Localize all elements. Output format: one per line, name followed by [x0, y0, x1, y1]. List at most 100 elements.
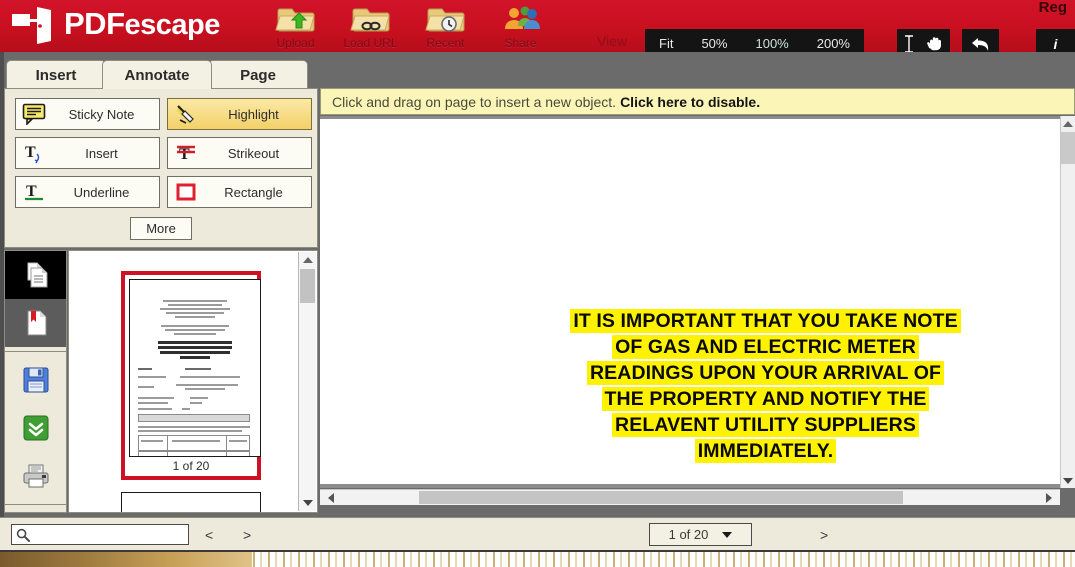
view-zoom-50-button[interactable]: 50%	[687, 29, 741, 52]
tool-strikeout[interactable]: T Strikeout	[167, 137, 312, 169]
svg-text:T: T	[25, 144, 36, 161]
thumbnail-scroll-down[interactable]	[299, 495, 316, 511]
nav-upload[interactable]: Upload	[258, 0, 333, 52]
folder-upload-icon	[274, 8, 315, 32]
app-header: PDFescape Reg Upload Load URL Recent Sha…	[0, 0, 1075, 52]
search-next-button[interactable]: >	[243, 527, 251, 543]
page-select-dropdown[interactable]: 1 of 20	[649, 523, 752, 546]
info-icon: i	[1053, 35, 1058, 52]
nav-load-url[interactable]: Load URL	[333, 0, 408, 52]
view-fit-button[interactable]: Fit	[645, 29, 687, 52]
rail-bookmarks-panel[interactable]	[5, 299, 66, 347]
search-prev-button[interactable]: <	[205, 527, 213, 543]
highlighted-annotation-block[interactable]: IT IS IMPORTANT THAT YOU TAKE NOTE OF GA…	[548, 309, 983, 465]
more-tools-button[interactable]: More	[130, 217, 192, 240]
document-horizontal-scrollbar[interactable]	[320, 489, 1060, 505]
thumbnail-page-2[interactable]	[121, 492, 261, 512]
highlight-line: IT IS IMPORTANT THAT YOU TAKE NOTE	[548, 309, 983, 335]
highlight-line: IMMEDIATELY.	[548, 439, 983, 465]
highlight-line-text: OF GAS AND ELECTRIC METER	[612, 335, 919, 359]
tool-sticky-note[interactable]: Sticky Note	[15, 98, 160, 130]
nav-recent[interactable]: Recent	[408, 0, 483, 52]
insert-object-notice[interactable]: Click and drag on page to insert a new o…	[320, 88, 1075, 115]
notice-disable-link[interactable]: Click here to disable.	[620, 94, 760, 110]
page-thumbnail-panel[interactable]: 1 of 20	[68, 250, 318, 513]
chevron-down-icon	[1063, 477, 1073, 484]
pdfescape-app: PDFescape Reg Upload Load URL Recent Sha…	[0, 0, 1075, 567]
pages-icon	[27, 262, 47, 288]
search-input[interactable]	[34, 526, 188, 543]
app-logo[interactable]: PDFescape	[10, 4, 220, 45]
view-label: View	[597, 33, 628, 49]
tool-highlight-label: Highlight	[228, 106, 279, 122]
highlighter-icon	[168, 99, 204, 129]
thumbnail-scroll-thumb[interactable]	[300, 269, 315, 303]
highlight-line: READINGS UPON YOUR ARRIVAL OF	[548, 361, 983, 387]
tool-underline-label: Underline	[73, 184, 130, 200]
notice-text: Click and drag on page to insert a new o…	[332, 93, 617, 110]
rail-pages-panel[interactable]	[5, 251, 66, 299]
thumbnail-page-1[interactable]: 1 of 20	[121, 271, 261, 480]
hand-icon[interactable]	[925, 34, 944, 52]
doc-scroll-down[interactable]	[1061, 473, 1075, 488]
page-select-value: 1 of 20	[668, 527, 709, 542]
view-zoom-100-button[interactable]: 100%	[741, 29, 802, 52]
side-icon-rail	[4, 250, 67, 543]
thumbnail-scroll-up[interactable]	[299, 252, 316, 268]
tool-underline[interactable]: T Underline	[15, 176, 160, 208]
rail-save-document[interactable]	[5, 356, 66, 404]
logo-wordmark: PDFescape	[64, 4, 220, 45]
rail-download-document[interactable]	[5, 404, 66, 452]
tab-annotate[interactable]: Annotate	[102, 60, 212, 89]
tab-insert-label: Insert	[35, 66, 77, 84]
doc-vscroll-thumb[interactable]	[1061, 132, 1075, 164]
folder-link-icon	[349, 8, 390, 32]
footer-pattern-strip-left	[0, 552, 252, 567]
tool-strikeout-label: Strikeout	[227, 145, 280, 161]
bookmark-page-icon	[27, 310, 46, 336]
page-next-button[interactable]: >	[820, 527, 828, 543]
view-zoom-200-button[interactable]: 200%	[803, 29, 864, 52]
view-zoom-toolbar: Fit 50% 100% 200%	[645, 29, 864, 52]
undo-arrow-icon	[971, 37, 988, 51]
nav-share[interactable]: Share	[483, 0, 558, 52]
rail-print-document[interactable]	[5, 452, 66, 500]
printer-icon	[23, 464, 48, 488]
chevron-up-icon	[302, 257, 313, 263]
highlight-line-text: IT IS IMPORTANT THAT YOU TAKE NOTE	[570, 309, 961, 333]
svg-text:T: T	[179, 146, 190, 163]
document-viewport[interactable]: IT IS IMPORTANT THAT YOU TAKE NOTE OF GA…	[320, 116, 1060, 488]
thumbnail-page-1-caption: 1 of 20	[172, 459, 210, 473]
text-cursor-icon[interactable]	[903, 34, 915, 53]
top-navigation: Upload Load URL Recent Share	[258, 0, 558, 52]
document-vertical-scrollbar[interactable]	[1060, 116, 1075, 488]
tab-page[interactable]: Page	[208, 60, 308, 89]
underline-icon: T	[16, 177, 52, 207]
tool-insert-label: Insert	[85, 145, 118, 161]
chevron-down-icon	[722, 531, 733, 538]
doc-scroll-right[interactable]	[1041, 490, 1057, 505]
chevron-up-icon	[1063, 120, 1073, 127]
thumbnail-scrollbar[interactable]	[298, 252, 316, 511]
register-link[interactable]: Reg	[1039, 0, 1067, 17]
logo-escape: escape	[124, 9, 221, 41]
rail-divider-2	[5, 504, 66, 505]
doc-scroll-up[interactable]	[1061, 116, 1075, 131]
tool-rectangle[interactable]: Rectangle	[167, 176, 312, 208]
pdf-page-canvas[interactable]: IT IS IMPORTANT THAT YOU TAKE NOTE OF GA…	[320, 119, 1060, 484]
doc-hscroll-thumb[interactable]	[419, 491, 903, 504]
share-people-icon	[504, 6, 540, 29]
tool-insert-text[interactable]: T Insert	[15, 137, 160, 169]
folder-clock-icon	[424, 8, 465, 32]
undo-button[interactable]	[962, 29, 999, 52]
tab-annotate-label: Annotate	[124, 66, 190, 84]
doc-scroll-left[interactable]	[323, 490, 339, 505]
tab-insert[interactable]: Insert	[6, 60, 106, 89]
sticky-note-icon	[16, 99, 52, 129]
info-button[interactable]: i	[1036, 29, 1075, 52]
chevron-left-icon	[328, 492, 334, 503]
annotate-tool-grid: Sticky Note Highlight T Insert T Strikeo…	[5, 89, 317, 208]
highlight-line: THE PROPERTY AND NOTIFY THE	[548, 387, 983, 413]
search-box[interactable]	[11, 524, 189, 545]
tool-highlight[interactable]: Highlight	[167, 98, 312, 130]
